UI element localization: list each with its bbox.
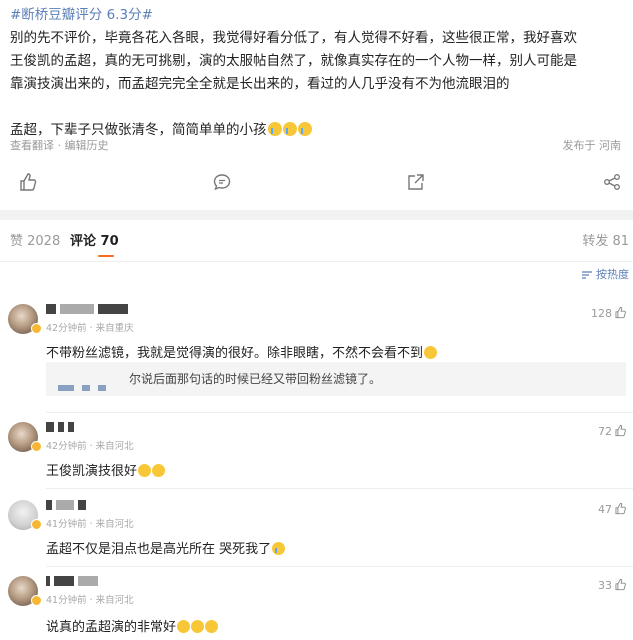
comment-time: 42分钟前 · 来自重庆 <box>46 323 134 334</box>
like-count: 47 <box>598 503 612 516</box>
masked-reply-user <box>58 376 114 395</box>
comment-separator <box>46 412 633 413</box>
verified-badge-icon <box>31 441 42 452</box>
comment-text-content: 孟超不仅是泪点也是高光所在 哭死我了 <box>46 542 272 557</box>
share-icon[interactable] <box>406 172 430 196</box>
comment-time: 42分钟前 · 来自河北 <box>46 441 134 452</box>
sort-label: 按热度 <box>596 268 629 281</box>
comment-item: 42分钟前 · 来自重庆 128 不带粉丝滤镜，我就是觉得演的很好。除非眼瞎，不… <box>0 304 633 404</box>
comment-icon[interactable] <box>212 172 236 196</box>
like-icon <box>615 306 626 319</box>
comment-item: 41分钟前 · 来自河北 33 说真的孟超演的非常好 <box>0 576 633 640</box>
crying-emoji-icon <box>282 122 297 136</box>
username-masked[interactable] <box>46 304 132 316</box>
trophy-emoji-icon <box>205 620 219 633</box>
comment-item: 42分钟前 · 来自河北 72 王俊凯演技很好 <box>0 422 633 482</box>
post-location: 发布于 河南 <box>562 139 622 152</box>
comment-text: 王俊凯演技很好 <box>46 460 166 479</box>
post-hashtag[interactable]: #断桥豆瓣评分 6.3分# <box>10 7 153 23</box>
reply-text: 尔说后面那句话的时候已经又带回粉丝滤镜了。 <box>129 372 382 386</box>
username-masked[interactable] <box>46 500 90 512</box>
section-divider <box>0 210 633 220</box>
forward-icon[interactable] <box>602 172 626 196</box>
interaction-tabs: 赞 2028 评论 70 转发 81 <box>0 220 633 262</box>
comment-separator <box>46 566 633 567</box>
like-icon <box>615 578 626 591</box>
crying-emoji-icon <box>272 542 286 555</box>
comment-text-content: 王俊凯演技很好 <box>46 464 138 479</box>
verified-badge-icon <box>31 519 42 530</box>
post-line: 靠演技演出来的，而孟超完完全全就是长出来的，看过的人几乎没有不为他流眼泪的 <box>10 76 510 92</box>
sort-by-hot-button[interactable]: 按热度 <box>581 266 629 282</box>
sort-icon <box>581 270 593 280</box>
verified-badge-icon <box>31 595 42 606</box>
like-count: 72 <box>598 425 612 438</box>
comment-item: 41分钟前 · 来自河北 47 孟超不仅是泪点也是高光所在 哭死我了 <box>0 500 633 560</box>
trophy-emoji-icon <box>177 620 191 633</box>
crying-emoji-icon <box>297 122 312 136</box>
comment-like-button[interactable]: 47 <box>598 502 627 516</box>
reply-preview[interactable]: 尔说后面那句话的时候已经又带回粉丝滤镜了。 <box>46 362 626 396</box>
tab-likes[interactable]: 赞 2028 <box>10 230 60 249</box>
grin-emoji-icon <box>424 346 438 359</box>
active-tab-indicator <box>98 255 114 257</box>
post-meta: 查看翻译 · 编辑历史 发布于 河南 <box>10 137 625 153</box>
like-count: 128 <box>591 307 612 320</box>
like-icon <box>615 502 626 515</box>
tab-comments[interactable]: 评论 70 <box>70 230 119 249</box>
username-masked[interactable] <box>46 422 78 434</box>
trophy-emoji-icon <box>191 620 205 633</box>
weibo-post: #断桥豆瓣评分 6.3分# 别的先不评价，毕竟各花入各眼，我觉得好看分低了，有人… <box>0 0 633 210</box>
translate-history-links[interactable]: 查看翻译 · 编辑历史 <box>10 137 109 153</box>
heart-eyes-emoji-icon <box>152 464 166 477</box>
comment-like-button[interactable]: 33 <box>598 578 627 592</box>
like-count: 33 <box>598 579 612 592</box>
comment-time: 41分钟前 · 来自河北 <box>46 595 134 606</box>
post-line: 别的先不评价，毕竟各花入各眼，我觉得好看分低了，有人觉得不好看，这些很正常，我好… <box>10 30 577 46</box>
like-icon <box>615 424 626 437</box>
post-action-bar <box>0 172 633 198</box>
comment-text-content: 不带粉丝滤镜，我就是觉得演的很好。除非眼瞎，不然不会看不到 <box>46 346 424 361</box>
username-masked[interactable] <box>46 576 102 588</box>
verified-badge-icon <box>31 323 42 334</box>
comment-text: 孟超不仅是泪点也是高光所在 哭死我了 <box>46 538 286 557</box>
heart-eyes-emoji-icon <box>138 464 152 477</box>
comment-time: 41分钟前 · 来自河北 <box>46 519 134 530</box>
comment-like-button[interactable]: 128 <box>591 306 627 320</box>
comment-text-content: 说真的孟超演的非常好 <box>46 620 177 635</box>
like-icon[interactable] <box>18 172 42 196</box>
tab-reposts[interactable]: 转发 81 <box>582 230 629 249</box>
comment-text: 说真的孟超演的非常好 <box>46 616 219 635</box>
comment-like-button[interactable]: 72 <box>598 424 627 438</box>
post-body: #断桥豆瓣评分 6.3分# 别的先不评价，毕竟各花入各眼，我觉得好看分低了，有人… <box>10 4 625 142</box>
crying-emoji-icon <box>267 122 282 136</box>
comment-text: 不带粉丝滤镜，我就是觉得演的很好。除非眼瞎，不然不会看不到 <box>46 342 438 361</box>
post-line: 孟超，下辈子只做张清冬，简简单单的小孩 <box>10 122 267 138</box>
comment-separator <box>46 488 633 489</box>
post-line: 王俊凯的孟超，真的无可挑剔，演的太服帖自然了，就像真实存在的一个人物一样，别人可… <box>10 53 577 69</box>
